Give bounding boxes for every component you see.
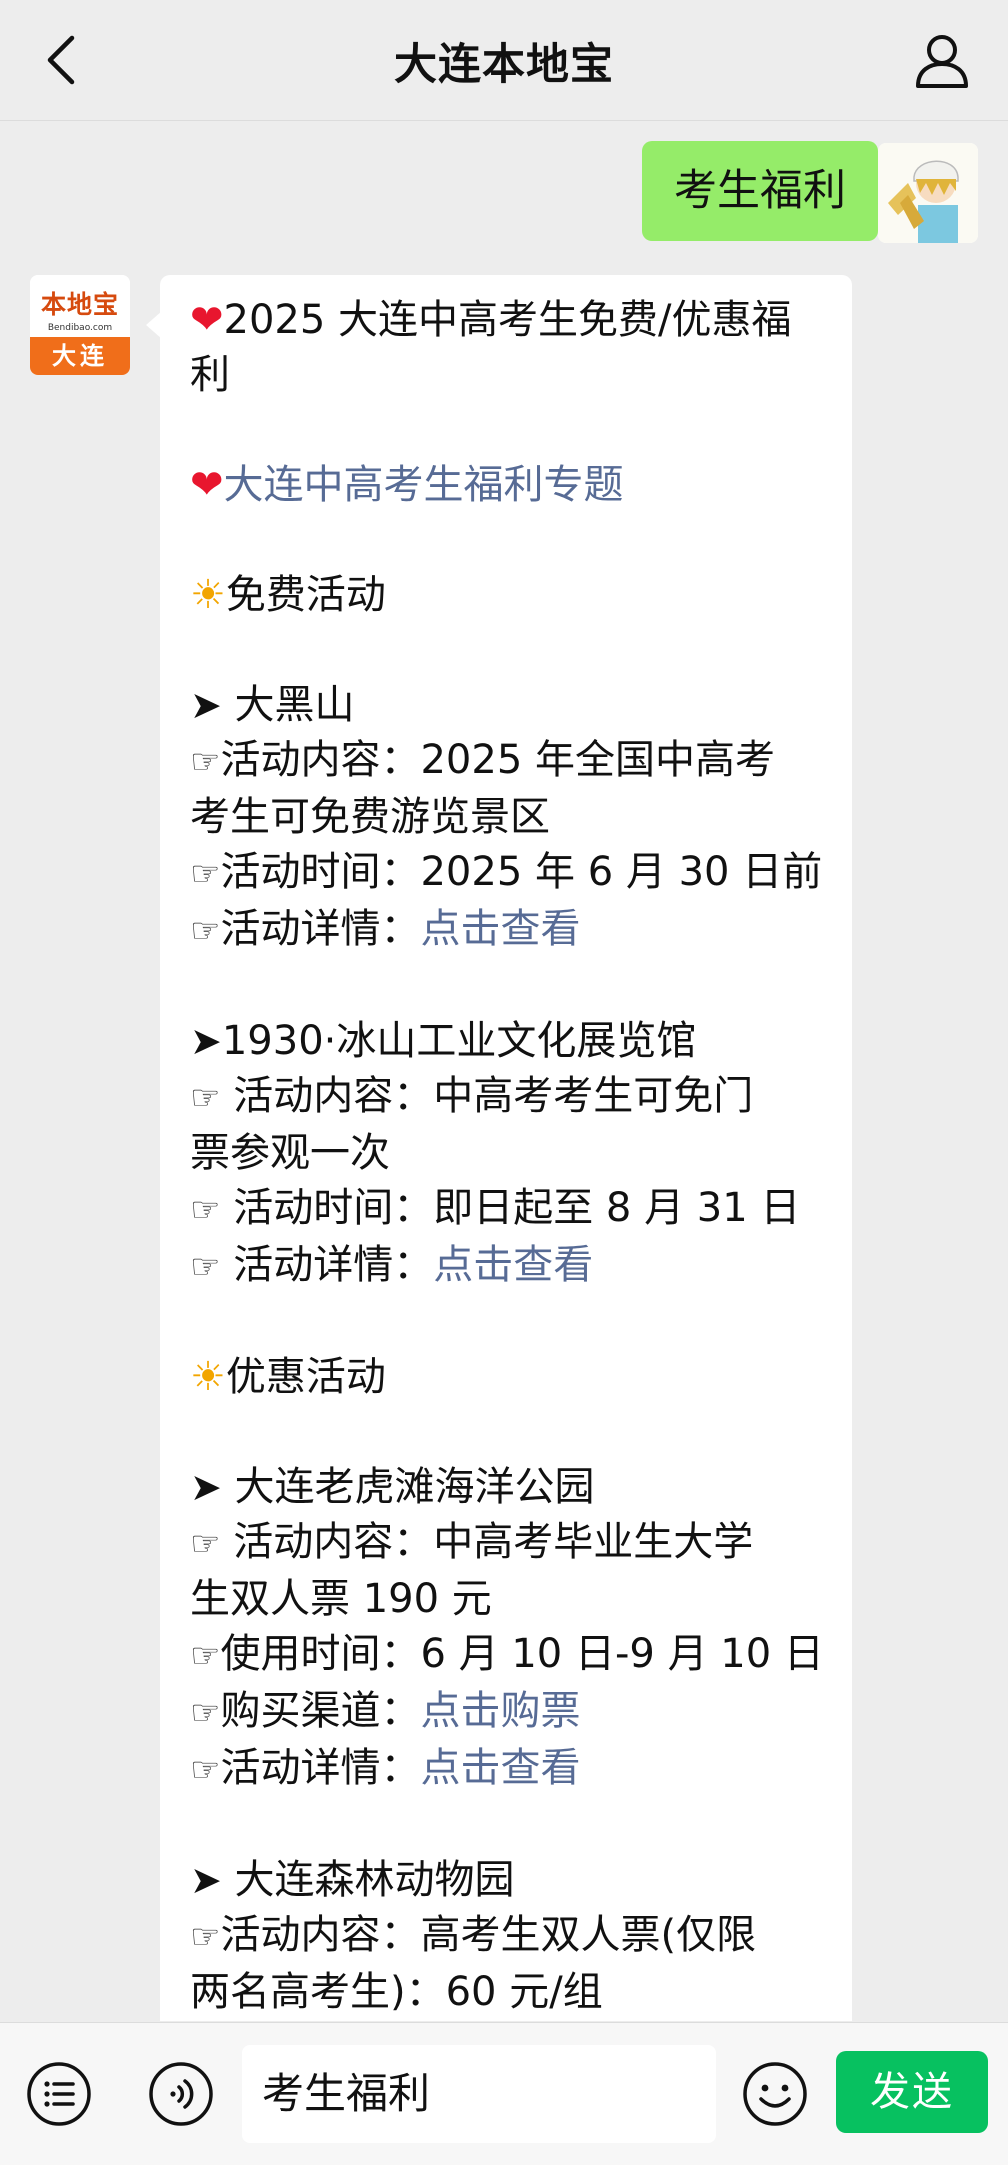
section-free-text: 免费活动 xyxy=(225,572,386,618)
detail-label: 活动详情： xyxy=(220,1242,434,1288)
smiley-icon[interactable] xyxy=(742,2061,808,2127)
user-message-text: 考生福利 xyxy=(674,166,846,216)
detail-link[interactable]: 点击查看 xyxy=(420,1745,580,1791)
pointing-hand-icon: ☞ xyxy=(190,1078,221,1118)
item-content: ☞ 活动内容：中高考毕业生大学 xyxy=(190,1515,830,1572)
heart-icon: ❤ xyxy=(190,297,224,343)
sun-icon: ☀ xyxy=(190,572,226,618)
item-name-text: 大连老虎滩海洋公园 xyxy=(221,1464,595,1510)
top-nav-bar: 大连本地宝 xyxy=(0,0,1008,121)
item-name-text: 1930·冰山工业文化展览馆 xyxy=(221,1018,697,1064)
detail-link[interactable]: 点击查看 xyxy=(420,906,580,952)
buy-label: 购买渠道： xyxy=(220,1688,421,1734)
item-content: ☞活动内容：2025 年全国中高考 xyxy=(190,733,830,790)
chat-message-list[interactable]: 考生福利 本地宝 Bendibao.com 大连 ❤2025 大连中高考生免费/… xyxy=(0,121,1008,2021)
item-name-text: 大连森林动物园 xyxy=(221,1857,515,1903)
message-title: ❤2025 大连中高考生免费/优惠福 xyxy=(190,293,830,348)
item-content-text: 活动内容：2025 年全国中高考 xyxy=(220,737,775,783)
item-content-text: 活动内容：中高考毕业生大学 xyxy=(220,1519,754,1565)
user-message-bubble[interactable]: 考生福利 xyxy=(642,141,892,241)
person-icon[interactable] xyxy=(910,28,974,92)
pointing-hand-icon: ☞ xyxy=(190,1636,221,1676)
arrow-icon: ➤ xyxy=(190,683,222,727)
arrow-icon: ➤ xyxy=(190,1465,222,1509)
buy-ticket-link[interactable]: 点击购票 xyxy=(420,1688,580,1734)
message-input[interactable]: 考生福利 xyxy=(242,2045,716,2143)
voice-icon[interactable] xyxy=(148,2061,214,2127)
pointing-hand-icon: ☞ xyxy=(190,1247,221,1287)
pointing-hand-icon: ☞ xyxy=(190,854,221,894)
send-button[interactable]: 发送 xyxy=(836,2051,988,2133)
item-content-cont: 生双人票 190 元 xyxy=(190,1576,492,1622)
section-free-heading: ☀免费活动 xyxy=(190,568,830,623)
pointing-hand-icon: ☞ xyxy=(190,1917,221,1957)
item-content: ☞活动内容：高考生双人票(仅限 xyxy=(190,1908,830,1965)
item-time: ☞活动时间：2025 年 6 月 30 日前 xyxy=(190,845,830,902)
official-account-avatar[interactable]: 本地宝 Bendibao.com 大连 xyxy=(30,275,130,375)
user-avatar[interactable] xyxy=(878,143,978,243)
item-name: ➤1930·冰山工业文化展览馆 xyxy=(190,1014,830,1069)
item-content-cont: 两名高考生)：60 元/组 xyxy=(190,1969,603,2015)
item-buy: ☞购买渠道：点击购票 xyxy=(190,1684,830,1741)
topic-link[interactable]: 大连中高考生福利专题 xyxy=(224,462,624,508)
detail-label: 活动详情： xyxy=(220,906,421,952)
item-detail: ☞活动详情：点击查看 xyxy=(190,902,830,959)
logo-city: 大连 xyxy=(30,337,130,375)
section-discount-text: 优惠活动 xyxy=(225,1354,386,1400)
item-time-text: 使用时间：6 月 10 日-9 月 10 日 xyxy=(220,1631,824,1677)
item-content-text: 活动内容：高考生双人票(仅限 xyxy=(220,1912,757,1958)
item-name: ➤ 大连老虎滩海洋公园 xyxy=(190,1460,830,1515)
item-time: ☞ 活动时间：即日起至 8 月 31 日 xyxy=(190,1181,830,1238)
logo-subtext: Bendibao.com xyxy=(47,323,113,333)
item-content-cont: 票参观一次 xyxy=(190,1130,390,1176)
bottom-input-bar: 考生福利 发送 xyxy=(0,2022,1008,2165)
pointing-hand-icon: ☞ xyxy=(190,1693,221,1733)
item-name: ➤ 大连森林动物园 xyxy=(190,1853,830,1908)
chat-title: 大连本地宝 xyxy=(394,40,614,90)
arrow-icon: ➤ xyxy=(190,1019,222,1063)
item-content-cont: 考生可免费游览景区 xyxy=(190,794,550,840)
sun-icon: ☀ xyxy=(190,1354,226,1400)
title-text-cont: 利 xyxy=(190,352,230,398)
pointing-hand-icon: ☞ xyxy=(190,1190,221,1230)
heart-icon: ❤ xyxy=(190,462,224,508)
item-time-text: 活动时间：即日起至 8 月 31 日 xyxy=(220,1185,801,1231)
item-name: ➤ 大黑山 xyxy=(190,678,830,733)
logo-text: 本地宝 xyxy=(40,290,119,319)
topic-line: ❤大连中高考生福利专题 xyxy=(190,458,830,513)
title-text: 2025 大连中高考生免费/优惠福 xyxy=(223,297,792,343)
item-detail: ☞ 活动详情：点击查看 xyxy=(190,1238,830,1295)
pointing-hand-icon: ☞ xyxy=(190,1524,221,1564)
item-content: ☞ 活动内容：中高考考生可免门 xyxy=(190,1069,830,1126)
pointing-hand-icon: ☞ xyxy=(190,911,221,951)
pointing-hand-icon: ☞ xyxy=(190,1750,221,1790)
bot-message-content: ❤2025 大连中高考生免费/优惠福 利 ❤大连中高考生福利专题 ☀免费活动 ➤… xyxy=(190,293,830,2020)
list-menu-icon[interactable] xyxy=(26,2061,92,2127)
detail-label: 活动详情： xyxy=(220,1745,421,1791)
item-content-text: 活动内容：中高考考生可免门 xyxy=(220,1073,754,1119)
logo: 本地宝 Bendibao.com xyxy=(30,275,130,337)
pointing-hand-icon: ☞ xyxy=(190,742,221,782)
message-input-text: 考生福利 xyxy=(262,2069,431,2118)
item-time-text: 活动时间：2025 年 6 月 30 日前 xyxy=(220,849,823,895)
item-name-text: 大黑山 xyxy=(221,682,355,728)
arrow-icon: ➤ xyxy=(190,1858,222,1902)
item-detail: ☞活动详情：点击查看 xyxy=(190,1741,830,1798)
bot-message-bubble[interactable]: ❤2025 大连中高考生免费/优惠福 利 ❤大连中高考生福利专题 ☀免费活动 ➤… xyxy=(146,275,852,2021)
item-time: ☞使用时间：6 月 10 日-9 月 10 日 xyxy=(190,1627,830,1684)
section-discount-heading: ☀优惠活动 xyxy=(190,1350,830,1405)
detail-link[interactable]: 点击查看 xyxy=(433,1242,593,1288)
